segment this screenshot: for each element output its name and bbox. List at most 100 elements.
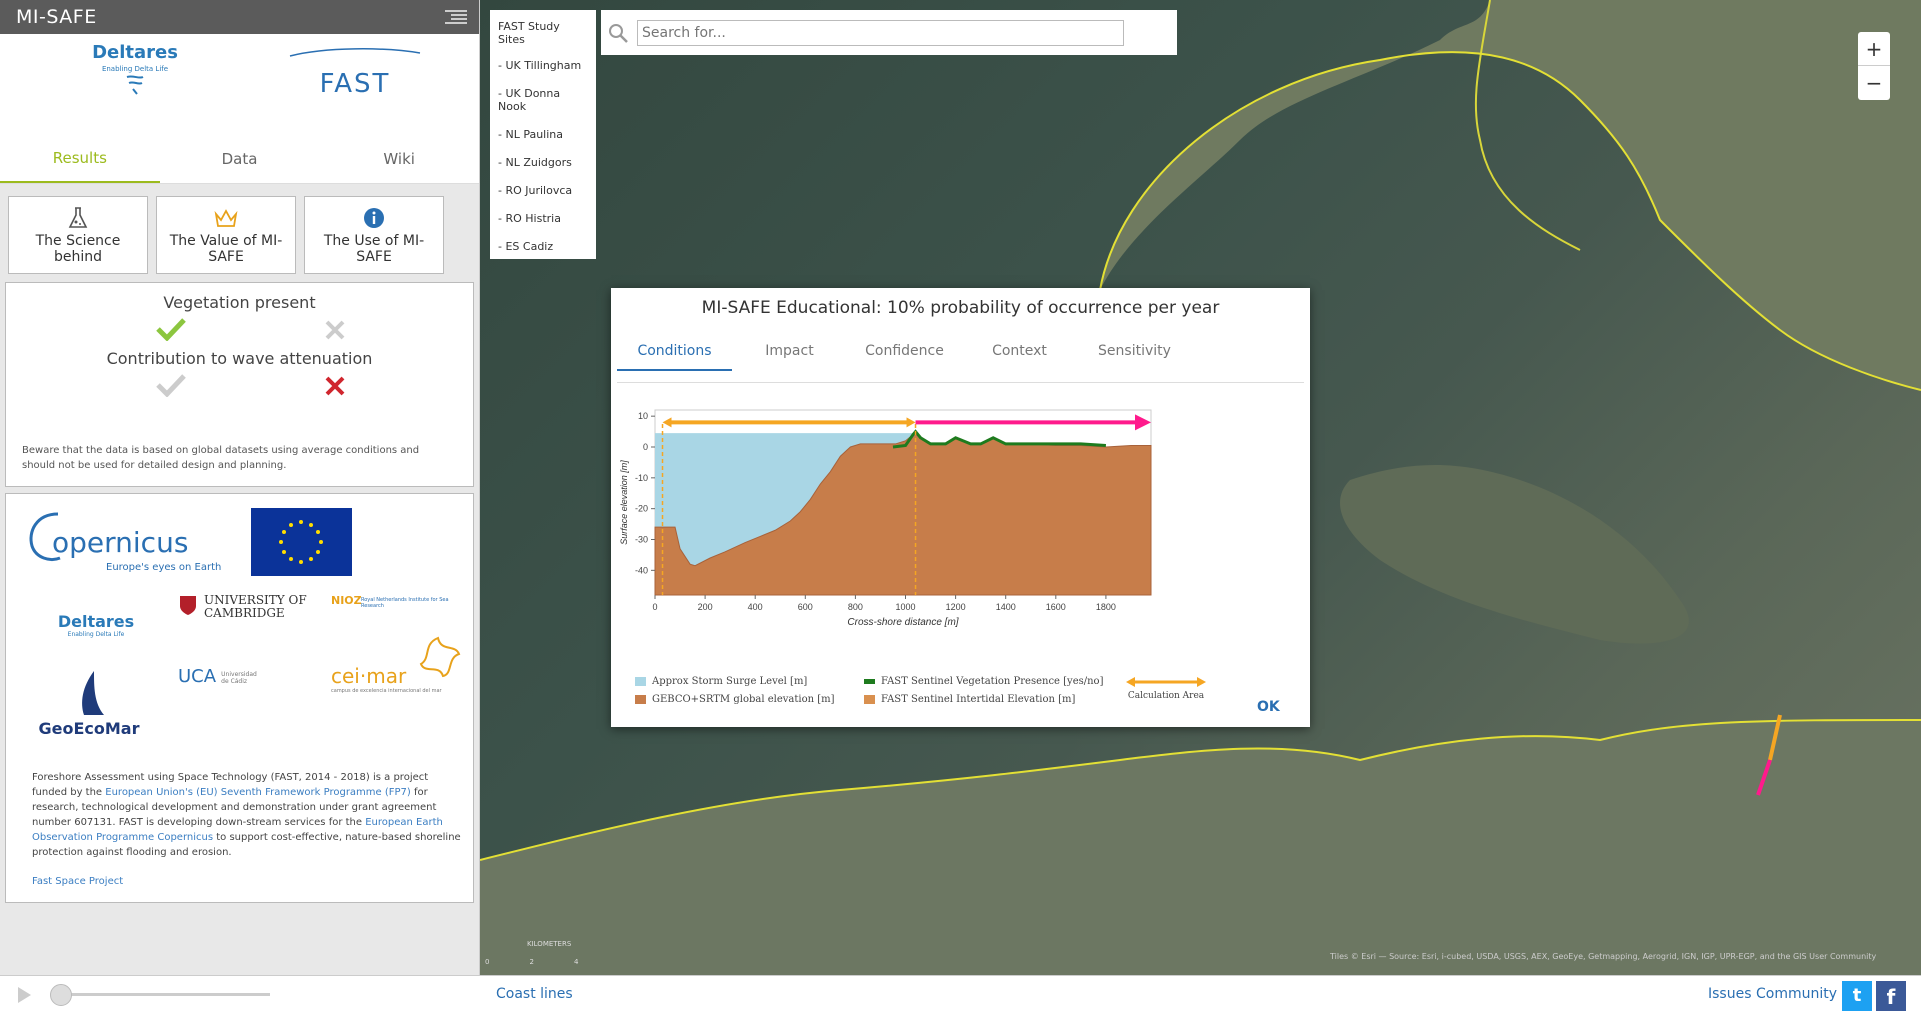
sidebar-tabs: Results Data Wiki xyxy=(0,134,479,184)
deltares-name: Deltares xyxy=(92,42,178,63)
card-value[interactable]: The Value of MI-SAFE xyxy=(156,196,296,274)
y-tick-label: -40 xyxy=(635,565,648,575)
check-icon xyxy=(156,318,186,341)
legend-intertidal: FAST Sentinel Intertidal Elevation [m] xyxy=(864,694,1075,705)
x-tick-label: 400 xyxy=(748,602,763,612)
site-ro-histria[interactable]: - RO Histria xyxy=(490,205,596,233)
legend-gebco: GEBCO+SRTM global elevation [m] xyxy=(635,694,835,705)
x-tick-label: 1800 xyxy=(1096,602,1116,612)
tab-sensitivity[interactable]: Sensitivity xyxy=(1077,343,1192,371)
community-link[interactable]: Community xyxy=(1756,986,1837,1002)
study-sites-panel: FAST Study Sites - UK Tillingham - UK Do… xyxy=(490,10,596,259)
flask-icon xyxy=(68,206,88,228)
card-science[interactable]: The Science behind xyxy=(8,196,148,274)
sandbank-2 xyxy=(1340,465,1689,644)
tab-context[interactable]: Context xyxy=(962,343,1077,371)
time-slider-track[interactable] xyxy=(55,993,270,996)
fast-project-link[interactable]: Fast Space Project xyxy=(32,876,123,887)
x-tick-label: 1200 xyxy=(946,602,966,612)
card-value-label: The Value of MI-SAFE xyxy=(169,232,283,265)
results-popup: MI-SAFE Educational: 10% probability of … xyxy=(611,288,1310,727)
project-description: Foreshore Assessment using Space Technol… xyxy=(32,770,462,860)
geoecomar-sail-icon xyxy=(82,671,104,715)
site-ro-jurilovca[interactable]: - RO Jurilovca xyxy=(490,177,596,205)
app-title: MI-SAFE xyxy=(16,6,97,28)
ok-button[interactable]: OK xyxy=(1257,699,1280,715)
legend-label: FAST Sentinel Intertidal Elevation [m] xyxy=(881,694,1076,705)
fast-name: FAST xyxy=(319,69,391,99)
uca-logo: UCA Universidad de Cádiz xyxy=(178,666,308,687)
x-axis-label: Cross-shore distance [m] xyxy=(847,617,958,628)
double-arrow-icon xyxy=(1126,677,1206,687)
x-tick-label: 0 xyxy=(652,602,657,612)
zoom-control: + − xyxy=(1858,32,1890,100)
site-es-cadiz[interactable]: - ES Cadiz xyxy=(490,233,596,261)
cambridge-shield-icon xyxy=(180,596,196,615)
facebook-icon[interactable]: f xyxy=(1876,981,1906,1011)
y-tick-label: -10 xyxy=(635,473,648,483)
eu-flag-logo xyxy=(251,508,352,576)
popup-title: MI-SAFE Educational: 10% probability of … xyxy=(701,298,1220,318)
partners-panel: opernicus Europe's eyes on Earth Deltare… xyxy=(5,493,474,903)
crown-icon xyxy=(214,208,238,227)
zoom-in-button[interactable]: + xyxy=(1858,32,1890,66)
land-south xyxy=(480,720,1921,975)
fast-logo: FAST xyxy=(280,42,430,122)
tab-results[interactable]: Results xyxy=(0,134,160,183)
issues-link[interactable]: Issues xyxy=(1708,986,1752,1002)
fp7-link[interactable]: European Union's (EU) Seventh Framework … xyxy=(105,787,411,798)
x-tick-label: 1600 xyxy=(1046,602,1066,612)
site-uk-donna-nook[interactable]: - UK Donna Nook xyxy=(490,80,596,121)
tab-impact[interactable]: Impact xyxy=(732,343,847,371)
vegetation-panel: Vegetation present Contribution to wave … xyxy=(5,282,474,487)
elevation-chart: 0 200 400 600 800 1000 1200 1400 1600 1800 10 0 -10 -… xyxy=(619,409,1152,628)
legend-swatch xyxy=(864,679,875,684)
deltares-name-small: Deltares xyxy=(57,612,135,631)
search-icon[interactable] xyxy=(607,22,629,44)
scale-bar: KILOMETERS 0 2 4 xyxy=(485,940,578,966)
y-tick-label: 10 xyxy=(638,411,648,421)
eu-stars-icon xyxy=(279,520,323,564)
menu-icon[interactable] xyxy=(445,9,467,25)
y-tick-label: -30 xyxy=(635,535,648,545)
search-input[interactable] xyxy=(637,19,1124,46)
site-uk-tillingham[interactable]: - UK Tillingham xyxy=(490,52,596,80)
scale-tick: 4 xyxy=(573,958,579,966)
card-science-label: The Science behind xyxy=(35,232,121,265)
scale-label: KILOMETERS xyxy=(527,940,572,948)
ceimar-star-icon xyxy=(419,636,461,678)
map-attribution: Tiles © Esri — Source: Esri, i-cubed, US… xyxy=(1330,952,1877,961)
top-bar: MI-SAFE xyxy=(0,0,479,34)
play-icon[interactable] xyxy=(18,987,31,1003)
legend-label: GEBCO+SRTM global elevation [m] xyxy=(652,694,835,705)
zoom-out-button[interactable]: − xyxy=(1858,66,1890,100)
info-icon xyxy=(364,207,384,228)
legend-calc-area: Calculation Area xyxy=(1126,676,1206,701)
scale-tick: 0 xyxy=(485,958,490,966)
tab-confidence[interactable]: Confidence xyxy=(847,343,962,371)
site-nl-paulina[interactable]: - NL Paulina xyxy=(490,121,596,149)
vegetation-present-label: Vegetation present xyxy=(163,293,316,312)
y-axis-label: Surface elevation [m] xyxy=(619,460,629,545)
y-tick-label: 0 xyxy=(643,442,648,452)
coast-lines-toggle[interactable]: Coast lines xyxy=(496,986,573,1002)
disclaimer-note: Beware that the data is based on global … xyxy=(22,445,420,471)
card-use[interactable]: The Use of MI-SAFE xyxy=(304,196,444,274)
x-tick-label: 200 xyxy=(698,602,713,612)
x-tick-label: 800 xyxy=(848,602,863,612)
ceimar-logo: cei·mar campus de excelencia internacion… xyxy=(331,636,466,694)
site-nl-zuidgors[interactable]: - NL Zuidgors xyxy=(490,149,596,177)
copernicus-name: opernicus xyxy=(52,526,189,559)
popup-tabs: Conditions Impact Confidence Context Sen… xyxy=(617,343,1192,371)
twitter-icon[interactable]: t xyxy=(1842,981,1872,1011)
time-slider-thumb[interactable] xyxy=(50,984,72,1006)
tab-conditions[interactable]: Conditions xyxy=(617,343,732,371)
study-sites-header: FAST Study Sites xyxy=(498,20,560,46)
copernicus-tagline: Europe's eyes on Earth xyxy=(106,562,222,573)
x-tick-label: 1400 xyxy=(996,602,1016,612)
cross-icon xyxy=(325,376,345,396)
legend-swatch xyxy=(864,695,875,704)
tab-wiki[interactable]: Wiki xyxy=(319,134,479,183)
tab-data[interactable]: Data xyxy=(160,134,320,183)
geoecomar-name: GeoEcoMar xyxy=(38,719,140,738)
